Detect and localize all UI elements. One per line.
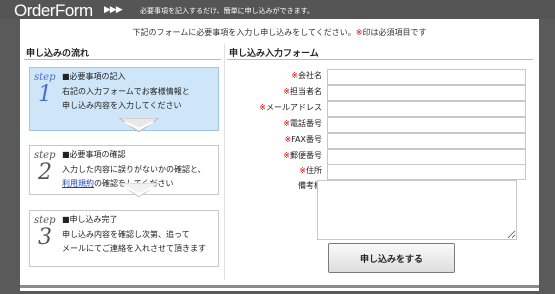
step-title: ■必要事項の記入	[62, 72, 126, 81]
tagline: 必要事項を記入するだけ、簡単に申し込みができます。	[140, 7, 314, 15]
step-number: 3	[38, 225, 52, 250]
step-description: 右記の入力フォームでお客様情報と 申し込み内容を入力してください	[62, 87, 190, 110]
fax-row: ※FAX番号	[230, 133, 530, 149]
phone-input[interactable]	[327, 117, 526, 133]
fax-input[interactable]	[327, 133, 526, 149]
step-title: ■必要事項の確認	[62, 150, 126, 159]
field-label: ※FAX番号	[284, 135, 322, 144]
terms-link[interactable]: 利用規約	[62, 179, 94, 188]
notes-textarea[interactable]	[317, 180, 517, 240]
form-heading: 申し込み入力フォーム	[229, 49, 319, 59]
email-row: ※メールアドレス	[230, 101, 530, 117]
instruction-text: 下記のフォームに必要事項を入力し申し込みをしてください。※印は必須項目です	[132, 28, 427, 37]
divider	[227, 59, 533, 60]
chevron-down-icon	[119, 118, 159, 132]
field-label: ※電話番号	[283, 119, 322, 128]
contact-name-row: ※担当者名	[230, 85, 530, 101]
field-label: ※会社名	[291, 71, 322, 80]
column-divider	[224, 44, 225, 280]
logo: OrderForm	[14, 1, 93, 20]
step-title: ■申し込み完了	[62, 215, 118, 224]
divider	[24, 59, 221, 60]
step-3: step 3 ■申し込み完了 申し込み内容を確認し次第、追って メールにてご連絡を…	[29, 210, 219, 267]
footer-rule	[20, 285, 539, 288]
field-label: ※郵便番号	[283, 151, 322, 160]
contact-name-input[interactable]	[327, 85, 526, 101]
top-bar: OrderForm ▶▶▶ 必要事項を記入するだけ、簡単に申し込みができます。	[0, 0, 555, 20]
email-input[interactable]	[327, 101, 526, 117]
step-description: 申し込み内容を確認し次第、追って メールにてご連絡を入れさせて頂きます	[62, 230, 206, 253]
step-number: 1	[38, 82, 52, 107]
company-name-row: ※会社名	[230, 69, 530, 85]
postal-code-input[interactable]	[327, 149, 526, 165]
company-name-input[interactable]	[327, 69, 526, 85]
phone-row: ※電話番号	[230, 117, 530, 133]
submit-button[interactable]: 申し込みをする	[328, 243, 455, 273]
field-label: ※住所	[299, 166, 322, 175]
chevron-down-icon	[119, 183, 159, 197]
flow-heading: 申し込みの流れ	[26, 49, 90, 59]
step-number: 2	[38, 160, 52, 185]
field-label: ※メールアドレス	[259, 103, 322, 112]
address-row: ※住所	[230, 164, 530, 180]
postal-code-row: ※郵便番号	[230, 149, 530, 165]
order-form-panel: 下記のフォームに必要事項を入力し申し込みをしてください。※印は必須項目です 申し…	[20, 19, 539, 291]
field-label: ※担当者名	[283, 87, 322, 96]
arrows-icon: ▶▶▶	[104, 5, 123, 15]
address-input[interactable]	[327, 164, 526, 180]
